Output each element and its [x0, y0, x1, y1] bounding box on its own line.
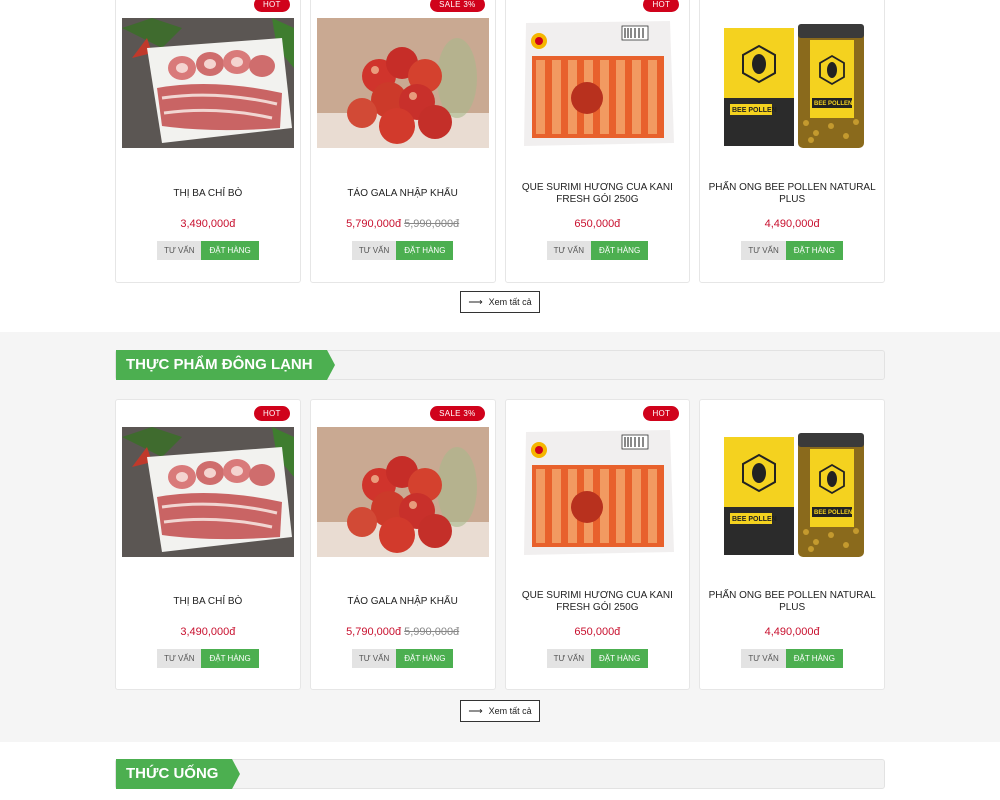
product-price: 5,790,000đ 5,990,000đ — [311, 626, 495, 638]
product-actions: TƯ VẤN ĐẶT HÀNG — [700, 241, 884, 260]
advise-button[interactable]: TƯ VẤN — [741, 649, 786, 668]
advise-button[interactable]: TƯ VẤN — [741, 241, 786, 260]
order-button[interactable]: ĐẶT HÀNG — [590, 649, 649, 668]
current-price: 650,000đ — [574, 626, 621, 638]
hot-badge: HOT — [643, 0, 680, 12]
advise-button[interactable]: TƯ VẤN — [351, 241, 397, 260]
bee-pollen-jar-label: BEE POLLEN — [814, 510, 852, 516]
current-price: 4,490,000đ — [764, 626, 820, 638]
hot-badge: HOT — [253, 406, 290, 421]
current-price: 650,000đ — [574, 218, 621, 230]
product-image-surimi[interactable] — [511, 427, 684, 557]
product-price: 3,490,000đ — [116, 626, 300, 638]
order-button[interactable]: ĐẶT HÀNG — [396, 241, 454, 260]
product-name[interactable]: PHẤN ONG BEE POLLEN NATURAL PLUS — [708, 590, 876, 614]
product-card[interactable]: BEE POLLEN BEE POLLEN PHẤN ONG BEE POLLE… — [699, 399, 885, 690]
view-all-button[interactable]: ⟶ Xem tất cả — [460, 291, 540, 313]
product-image-beef[interactable] — [122, 427, 294, 557]
view-all-label: Xem tất cả — [488, 706, 532, 716]
product-price: 4,490,000đ — [700, 626, 884, 638]
product-price: 650,000đ — [506, 626, 690, 638]
product-actions: TƯ VẤN ĐẶT HÀNG — [311, 241, 495, 260]
order-button[interactable]: ĐẶT HÀNG — [201, 241, 259, 260]
product-name[interactable]: TÁO GALA NHẬP KHẨU — [319, 596, 487, 608]
sale-badge: SALE 3% — [430, 0, 485, 12]
product-name[interactable]: QUE SURIMI HƯƠNG CUA KANI FRESH GÓI 250G — [514, 590, 682, 614]
product-actions: TƯ VẤN ĐẶT HÀNG — [700, 649, 884, 668]
product-card[interactable]: BEE POLLEN BEE POLLEN PHẤN ONG BEE POLLE… — [699, 0, 885, 283]
hot-badge: HOT — [643, 406, 680, 421]
frozen-section: THỰC PHẨM ĐÔNG LẠNH HOT THỊ BA CHỈ BÒ 3,… — [0, 332, 1000, 742]
current-price: 3,490,000đ — [180, 218, 236, 230]
current-price: 3,490,000đ — [180, 626, 236, 638]
page: HOT THỊ BA CHỈ BÒ 3,490,000đ TƯ VẤN ĐẶT … — [0, 0, 1000, 800]
product-card[interactable]: HOT — [504, 0, 691, 283]
hot-badge: HOT — [253, 0, 290, 12]
product-price: 5,790,000đ 5,990,000đ — [311, 218, 495, 230]
bee-pollen-pack-label: BEE POLLEN — [732, 516, 777, 523]
current-price: 4,490,000đ — [764, 218, 820, 230]
advise-button[interactable]: TƯ VẤN — [157, 241, 202, 260]
product-name[interactable]: TÁO GALA NHẬP KHẨU — [319, 188, 487, 200]
product-image-apple[interactable] — [316, 427, 489, 557]
order-button[interactable]: ĐẶT HÀNG — [785, 241, 843, 260]
top-product-grid: HOT THỊ BA CHỈ BÒ 3,490,000đ TƯ VẤN ĐẶT … — [115, 0, 885, 283]
arrow-right-icon: ⟶ — [468, 296, 483, 308]
drinks-section: THỨC UỐNG — [0, 742, 1000, 800]
view-all-label: Xem tất cả — [488, 297, 532, 307]
order-button[interactable]: ĐẶT HÀNG — [201, 649, 259, 668]
order-button[interactable]: ĐẶT HÀNG — [590, 241, 649, 260]
advise-button[interactable]: TƯ VẤN — [351, 649, 397, 668]
product-image-apple[interactable] — [316, 18, 489, 148]
old-price: 5,990,000đ — [404, 626, 460, 638]
current-price: 5,790,000đ — [346, 218, 402, 230]
order-button[interactable]: ĐẶT HÀNG — [396, 649, 454, 668]
section-title-bar: THỨC UỐNG — [115, 759, 885, 789]
product-actions: TƯ VẤN ĐẶT HÀNG — [311, 649, 495, 668]
product-actions: TƯ VẤN ĐẶT HÀNG — [116, 241, 300, 260]
product-image-surimi[interactable] — [511, 18, 684, 148]
old-price: 5,990,000đ — [404, 218, 460, 230]
product-name[interactable]: QUE SURIMI HƯƠNG CUA KANI FRESH GÓI 250G — [514, 182, 682, 206]
product-price: 4,490,000đ — [700, 218, 884, 230]
sale-badge: SALE 3% — [430, 406, 485, 421]
product-card[interactable]: HOT — [115, 399, 301, 690]
product-card[interactable]: SALE 3% TÁO GALA NHẬP KHẨU 5,790,000đ 5,… — [309, 0, 496, 283]
product-actions: TƯ VẤN ĐẶT HÀNG — [116, 649, 300, 668]
product-price: 3,490,000đ — [116, 218, 300, 230]
view-all-button[interactable]: ⟶ Xem tất cả — [460, 700, 540, 722]
product-actions: TƯ VẤN ĐẶT HÀNG — [506, 241, 690, 260]
product-price: 650,000đ — [506, 218, 690, 230]
product-card[interactable]: SALE 3% TÁO GALA NHẬP KHẨU 5,790,000đ 5,… — [309, 399, 496, 690]
section-title[interactable]: THỰC PHẨM ĐÔNG LẠNH — [116, 350, 335, 380]
arrow-right-icon: ⟶ — [468, 705, 483, 717]
product-name[interactable]: THỊ BA CHỈ BÒ — [124, 188, 292, 200]
order-button[interactable]: ĐẶT HÀNG — [785, 649, 843, 668]
product-image-bee-pollen[interactable]: BEE POLLEN BEE POLLEN — [706, 18, 879, 148]
product-card[interactable]: HOT — [115, 0, 301, 283]
bee-pollen-pack-label: BEE POLLEN — [732, 107, 777, 114]
product-card[interactable]: HOT — [504, 399, 691, 690]
frozen-product-grid: HOT THỊ BA CHỈ BÒ 3,490,000đ TƯ VẤN ĐẶT … — [115, 399, 885, 690]
current-price: 5,790,000đ — [346, 626, 402, 638]
section-title-bar: THỰC PHẨM ĐÔNG LẠNH — [115, 350, 885, 380]
product-image-beef[interactable] — [122, 18, 294, 148]
section-title[interactable]: THỨC UỐNG — [116, 759, 241, 789]
advise-button[interactable]: TƯ VẤN — [157, 649, 202, 668]
product-name[interactable]: THỊ BA CHỈ BÒ — [124, 596, 292, 608]
product-actions: TƯ VẤN ĐẶT HÀNG — [506, 649, 690, 668]
product-image-bee-pollen[interactable]: BEE POLLEN BEE POLLEN — [706, 427, 879, 557]
bee-pollen-jar-label: BEE POLLEN — [814, 101, 852, 107]
advise-button[interactable]: TƯ VẤN — [546, 649, 591, 668]
product-name[interactable]: PHẤN ONG BEE POLLEN NATURAL PLUS — [708, 182, 876, 206]
top-section: HOT THỊ BA CHỈ BÒ 3,490,000đ TƯ VẤN ĐẶT … — [0, 0, 1000, 332]
advise-button[interactable]: TƯ VẤN — [546, 241, 591, 260]
